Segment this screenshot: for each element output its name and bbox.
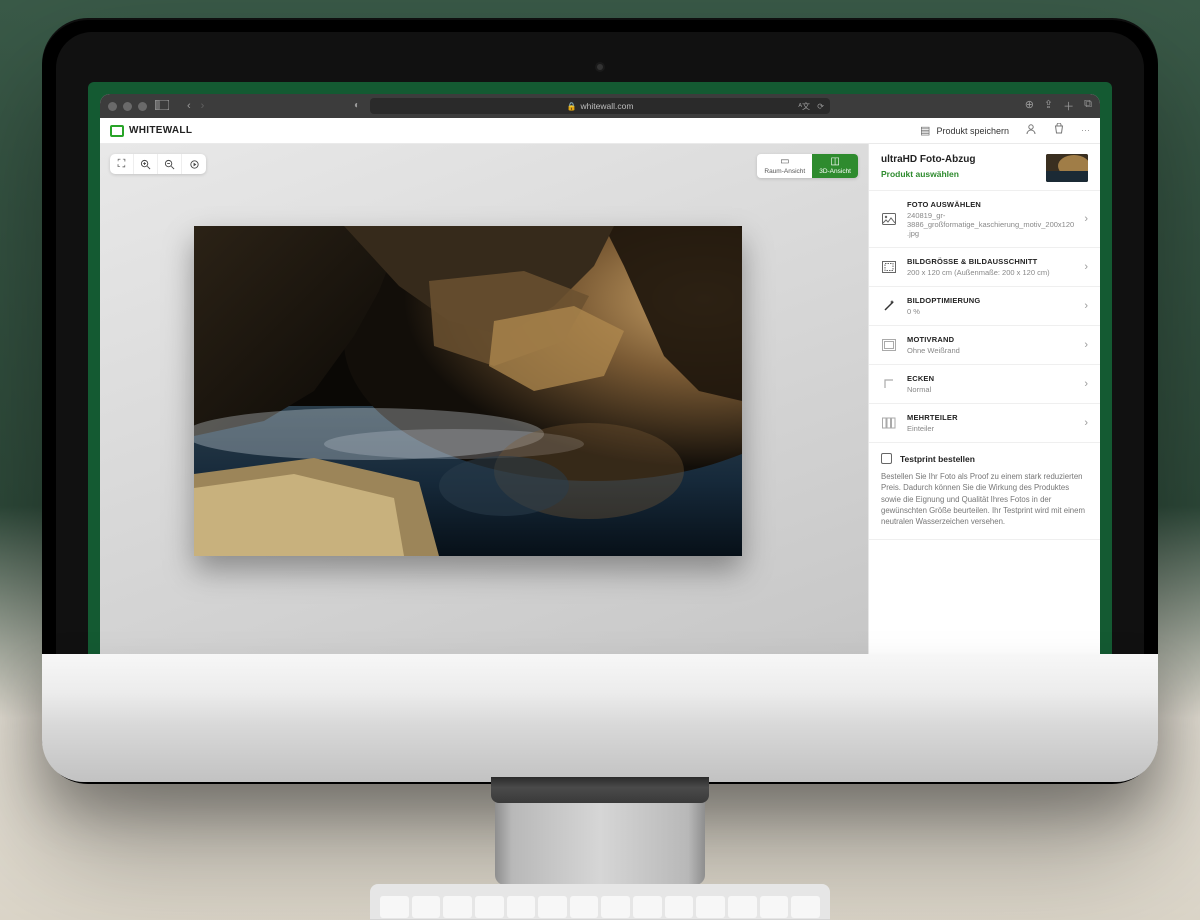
config-value: 240819_gr-3886_großformatige_kaschierung… [907,211,1074,238]
shield-icon[interactable]: ◐ [354,100,360,111]
config-row-photo[interactable]: FOTO AUSWÄHLEN 240819_gr-3886_großformati… [869,191,1100,248]
config-row-multipart[interactable]: MEHRTEILER Einteiler › [869,404,1100,443]
3d-view-button[interactable]: ◫ 3D-Ansicht [812,154,858,178]
new-tab-icon[interactable]: ＋ [1063,98,1074,114]
chevron-right-icon: › [1084,213,1088,225]
size-icon [881,259,897,275]
border-icon [881,337,897,353]
config-value: 0 % [907,307,1074,316]
chevron-right-icon: › [1084,339,1088,351]
reload-icon[interactable]: ⟳ [817,102,824,111]
app-header: WHITEWALL ▤ Produkt speichern ⋯ [100,118,1100,144]
room-view-label: Raum-Ansicht [764,168,805,175]
downloads-icon[interactable]: ⊕ [1025,98,1034,114]
chevron-right-icon: › [1084,261,1088,273]
sidebar-toggle-icon[interactable] [155,100,169,113]
translate-icon[interactable]: ᴬ文 [798,101,810,112]
config-value: Ohne Weißrand [907,346,1074,355]
testprint-checkbox[interactable]: Testprint bestellen [881,453,1088,464]
config-value: Einteiler [907,424,1074,433]
tabs-icon[interactable]: ⧉ [1084,98,1092,114]
logo[interactable]: WHITEWALL [110,125,192,137]
config-title: BILDOPTIMIERUNG [907,296,1074,305]
maximize-icon[interactable] [138,102,147,111]
preview-pane: ⛶ [100,144,868,740]
config-title: ECKEN [907,374,1074,383]
cart-icon[interactable] [1053,123,1065,138]
monitor-stand [495,780,705,885]
zoom-out-button[interactable] [158,154,182,174]
monitor-chin [42,654,1158,782]
save-icon: ▤ [920,124,930,137]
cube-icon: ◫ [830,156,839,167]
account-icon[interactable] [1025,123,1037,138]
rotate-button[interactable] [182,154,206,174]
save-product-label: Produkt speichern [936,126,1009,136]
url-text: whitewall.com [581,101,634,111]
url-bar[interactable]: 🔒 whitewall.com ⟳ ᴬ文 [370,98,830,114]
view-toggle: ▭ Raum-Ansicht ◫ 3D-Ansicht [757,154,858,178]
wand-icon [881,298,897,314]
fit-screen-button[interactable]: ⛶ [110,154,134,174]
product-select-link[interactable]: Produkt auswählen [881,169,1038,179]
config-value: Normal [907,385,1074,394]
config-row-optimization[interactable]: BILDOPTIMIERUNG 0 % › [869,287,1100,326]
forward-button[interactable]: › [201,100,205,112]
product-thumbnail [1046,154,1088,182]
testprint-section: Testprint bestellen Bestellen Sie Ihr Fo… [869,443,1100,540]
screen: ‹ › ◐ 🔒 whitewall.com ⟳ ᴬ文 ⊕ ⇪ ＋ ⧉ [88,82,1112,752]
browser-window: ‹ › ◐ 🔒 whitewall.com ⟳ ᴬ文 ⊕ ⇪ ＋ ⧉ [100,94,1100,740]
3d-view-label: 3D-Ansicht [819,168,851,175]
chevron-right-icon: › [1084,300,1088,312]
browser-nav: ‹ › [187,100,204,112]
config-row-size[interactable]: BILDGRÖSSE & BILDAUSSCHNITT 200 x 120 cm … [869,248,1100,287]
zoom-in-button[interactable] [134,154,158,174]
share-icon[interactable]: ⇪ [1044,98,1053,114]
close-icon[interactable] [108,102,117,111]
save-product-button[interactable]: ▤ Produkt speichern [920,124,1009,137]
app-body: ⛶ [100,144,1100,740]
logo-text: WHITEWALL [129,125,192,136]
preview-tools: ⛶ [110,154,206,174]
room-view-icon: ▭ [780,156,789,167]
traffic-lights[interactable] [108,102,147,111]
chevron-right-icon: › [1084,417,1088,429]
product-header: ultraHD Foto-Abzug Produkt auswählen [869,144,1100,190]
camera-dot [597,64,603,70]
multipart-icon [881,415,897,431]
config-value: 200 x 120 cm (Außenmaße: 200 x 120 cm) [907,268,1074,277]
chevron-right-icon: › [1084,378,1088,390]
corner-icon [881,376,897,392]
back-button[interactable]: ‹ [187,100,191,112]
testprint-label: Testprint bestellen [900,454,975,464]
config-title: FOTO AUSWÄHLEN [907,200,1074,209]
config-title: MOTIVRAND [907,335,1074,344]
browser-toolbar: ‹ › ◐ 🔒 whitewall.com ⟳ ᴬ文 ⊕ ⇪ ＋ ⧉ [100,94,1100,118]
checkbox-icon [881,453,892,464]
config-panel: ultraHD Foto-Abzug Produkt auswählen FOT… [868,144,1100,740]
image-icon [881,211,897,227]
testprint-description: Bestellen Sie Ihr Foto als Proof zu eine… [881,471,1088,527]
lock-icon: 🔒 [567,102,577,111]
minimize-icon[interactable] [123,102,132,111]
product-title: ultraHD Foto-Abzug [881,154,1038,165]
config-list: FOTO AUSWÄHLEN 240819_gr-3886_großformati… [869,190,1100,443]
room-view-button[interactable]: ▭ Raum-Ansicht [757,154,812,178]
product-preview-image [194,226,742,556]
keyboard [370,884,830,920]
config-row-corners[interactable]: ECKEN Normal › [869,365,1100,404]
config-title: BILDGRÖSSE & BILDAUSSCHNITT [907,257,1074,266]
more-icon[interactable]: ⋯ [1081,125,1090,136]
config-title: MEHRTEILER [907,413,1074,422]
config-row-border[interactable]: MOTIVRAND Ohne Weißrand › [869,326,1100,365]
logo-icon [110,125,124,137]
